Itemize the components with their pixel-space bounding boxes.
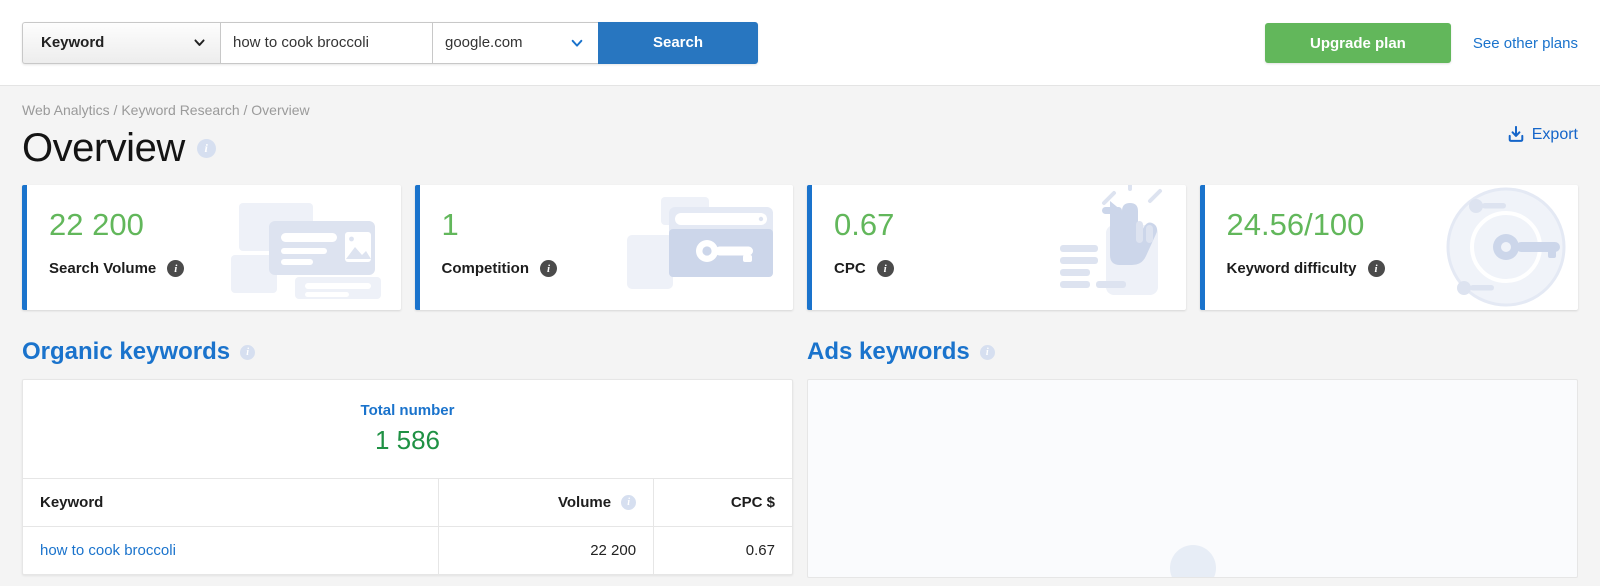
section-title: Ads keywords [807,338,970,365]
column-header-keyword[interactable]: Keyword [23,478,439,527]
chevron-down-icon [570,36,584,50]
organic-keywords-column: Organic keywords i Total number 1 586 Ke… [22,338,793,578]
metric-card-search-volume: 22 200 Search Volume i [22,185,401,310]
cell-volume: 22 200 [438,526,655,574]
metric-label-row: Competition i [441,260,557,277]
organic-keywords-table-body: how to cook broccoli 22 200 0.67 [23,526,792,574]
keyword-input[interactable] [220,21,432,64]
chevron-down-icon [193,36,206,49]
page-title-row: Overview i [22,126,1578,171]
export-button[interactable]: Export [1507,126,1578,144]
key-target-illustration [1402,185,1572,310]
export-label: Export [1531,126,1578,143]
info-icon[interactable]: i [167,260,185,277]
domain-select[interactable]: google.com [432,21,598,64]
organic-keywords-title-row: Organic keywords i [22,338,793,366]
metric-label-row: Keyword difficulty i [1227,260,1385,277]
lower-section: Organic keywords i Total number 1 586 Ke… [22,338,1578,578]
ads-keywords-panel [807,379,1578,578]
metric-label: Competition [441,260,530,277]
info-icon[interactable]: i [540,260,557,277]
info-icon[interactable]: i [621,495,637,510]
metric-label-row: Search Volume i [49,260,185,277]
table-row[interactable]: how to cook broccoli 22 200 0.67 [23,526,792,574]
metric-value: 0.67 [834,207,895,242]
metric-card-cpc: 0.67 CPC i [807,185,1186,310]
top-search-bar: Keyword google.com Search Upgrade plan S… [0,0,1600,86]
breadcrumb: Web Analytics / Keyword Research / Overv… [22,102,310,118]
ads-keywords-column: Ads keywords i [807,338,1578,578]
total-number-value: 1 586 [374,425,441,455]
info-icon[interactable]: i [876,260,894,277]
metric-label: Keyword difficulty [1226,260,1357,277]
metric-label: Search Volume [49,260,157,277]
table-header-row: Keyword Volume i CPC $ [23,478,792,527]
see-other-plans-link[interactable]: See other plans [1473,35,1578,52]
info-icon[interactable]: i [979,344,995,360]
total-number-block: Total number 1 586 [23,380,792,478]
metric-label-row: CPC i [834,260,894,277]
empty-state-icon [1169,545,1216,577]
metric-card-competition: 1 Competition i [414,185,793,310]
upgrade-plan-button[interactable]: Upgrade plan [1264,23,1451,63]
search-group: Keyword google.com Search [22,21,758,64]
search-type-select[interactable]: Keyword [22,21,220,64]
total-number-label: Total number [360,402,455,419]
download-icon [1507,126,1525,144]
click-hand-illustration [1010,185,1180,310]
topbar-right-actions: Upgrade plan See other plans [1264,0,1578,86]
metric-cards: 22 200 Search Volume i 1 Competition i 0… [22,185,1578,310]
metric-value: 1 [441,207,459,242]
info-icon[interactable]: i [196,139,216,158]
browser-key-illustration [617,185,787,310]
cell-keyword: how to cook broccoli [23,526,439,574]
column-header-volume[interactable]: Volume i [438,478,655,527]
cell-cpc: 0.67 [745,542,775,559]
document-image-illustration [225,185,395,310]
metric-value: 24.56/100 [1226,207,1365,242]
column-header-cpc[interactable]: CPC $ [653,478,792,527]
page-body: Web Analytics / Keyword Research / Overv… [0,86,1600,578]
metric-label: CPC [834,260,866,277]
info-icon[interactable]: i [1367,260,1385,277]
info-icon[interactable]: i [240,344,256,360]
column-header-volume-label: Volume [558,494,612,511]
organic-keywords-panel: Total number 1 586 Keyword Volume i CPC … [22,379,793,575]
metric-card-keyword-difficulty: 24.56/100 Keyword difficulty i [1199,185,1578,310]
organic-keywords-table: Keyword Volume i CPC $ how to cook brocc… [23,478,792,574]
page-title: Overview [22,126,185,170]
ads-keywords-title-row: Ads keywords i [807,338,1578,366]
keyword-link[interactable]: how to cook broccoli [40,542,176,559]
domain-select-value: google.com [445,34,523,51]
search-button[interactable]: Search [598,21,758,64]
section-title: Organic keywords [22,338,231,365]
search-type-value: Keyword [41,34,105,51]
metric-value: 22 200 [49,207,144,242]
